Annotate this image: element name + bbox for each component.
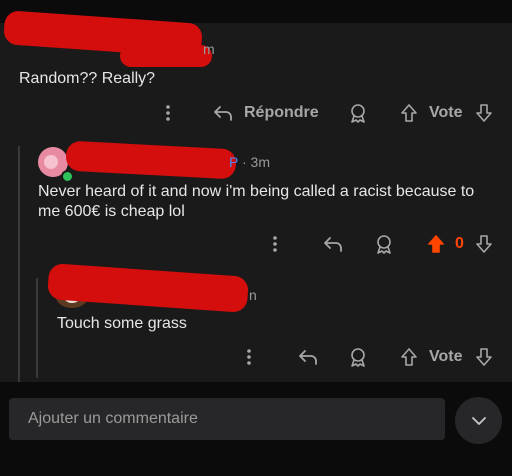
thread-line[interactable] (18, 146, 20, 382)
comment-text-line-1: Never heard of it and now i'm being call… (38, 183, 475, 200)
thread-line[interactable] (36, 278, 38, 378)
chevron-down-icon (471, 416, 486, 425)
comment-age: m (203, 41, 215, 57)
award-icon (377, 235, 391, 254)
redacted-username-tail (120, 45, 212, 67)
vote-label: Vote (429, 104, 463, 121)
award-button[interactable] (373, 233, 395, 255)
comment-age: P · 3m (229, 154, 270, 170)
more-options-button[interactable] (267, 233, 283, 255)
reply-arrow-icon (324, 237, 342, 252)
more-options-button[interactable] (160, 102, 176, 124)
award-icon (351, 348, 365, 367)
page: m Random?? Really? Répondre Vote P · 3m … (0, 0, 512, 476)
more-vertical-icon (247, 349, 251, 365)
reply-arrow-icon (214, 106, 232, 121)
scroll-down-button[interactable] (455, 397, 502, 444)
comment-text-line-2: me 600€ is cheap lol (38, 203, 185, 220)
upvote-button[interactable] (398, 102, 420, 124)
downvote-button[interactable] (473, 102, 495, 124)
more-vertical-icon (166, 105, 170, 121)
upvote-button[interactable] (398, 346, 420, 368)
more-vertical-icon (273, 236, 277, 252)
reply-arrow-icon (299, 350, 317, 365)
reply-button[interactable] (297, 346, 319, 368)
upvote-button-active[interactable] (425, 233, 447, 255)
award-button[interactable] (347, 346, 369, 368)
upvote-arrow-icon (401, 348, 417, 366)
downvote-button[interactable] (473, 233, 495, 255)
downvote-arrow-icon (476, 104, 492, 122)
vote-count: 0 (455, 235, 464, 252)
upvote-arrow-icon (401, 104, 417, 122)
comment-text: Touch some grass (57, 315, 187, 332)
vote-label: Vote (429, 348, 463, 365)
upvote-arrow-icon (428, 235, 444, 253)
downvote-button[interactable] (473, 346, 495, 368)
downvote-arrow-icon (476, 348, 492, 366)
award-icon (351, 104, 365, 123)
more-options-button[interactable] (241, 346, 257, 368)
comment-age: n (249, 287, 257, 303)
award-button[interactable] (347, 102, 369, 124)
comment-text: Random?? Really? (19, 70, 156, 87)
reply-button[interactable] (322, 233, 344, 255)
reply-label: Répondre (244, 104, 319, 121)
comment-input[interactable] (9, 398, 445, 440)
redacted-username-tail (150, 157, 230, 175)
reply-button[interactable]: Répondre (213, 102, 323, 124)
downvote-arrow-icon (476, 235, 492, 253)
